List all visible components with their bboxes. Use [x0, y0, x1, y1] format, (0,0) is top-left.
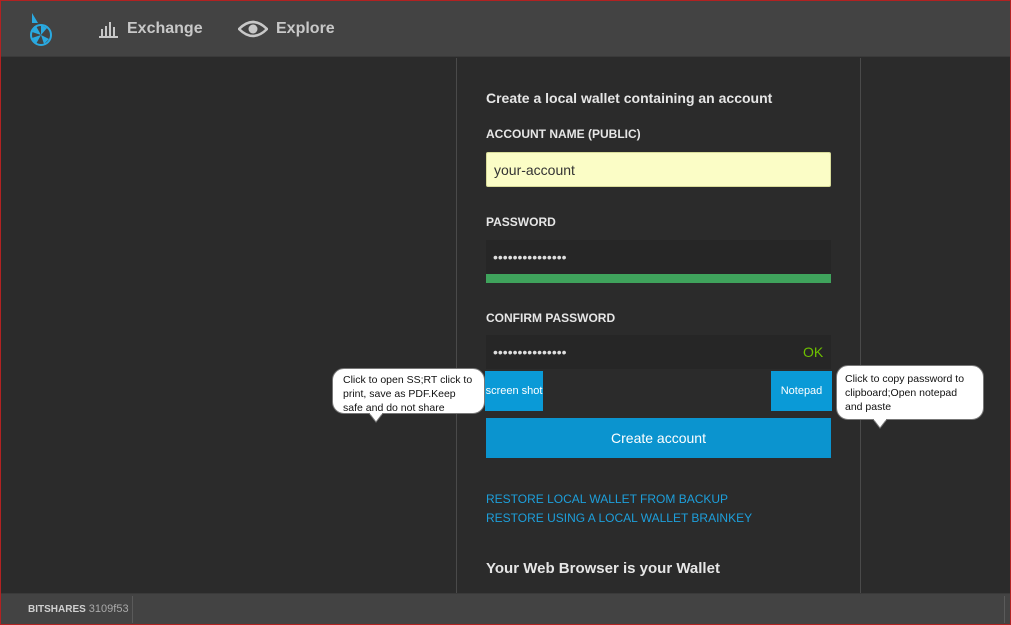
column-divider — [456, 58, 457, 593]
nav-explore[interactable]: Explore — [238, 15, 335, 43]
confirm-password-input[interactable] — [486, 335, 831, 369]
footer-divider — [1004, 596, 1005, 623]
tooltip-tail — [369, 413, 383, 423]
password-input[interactable] — [486, 240, 831, 274]
restore-brainkey-link[interactable]: RESTORE USING A LOCAL WALLET BRAINKEY — [486, 511, 752, 525]
notepad-tooltip: Click to copy password to clipboard;Open… — [836, 365, 984, 420]
eye-icon — [238, 19, 268, 39]
create-account-button[interactable]: Create account — [486, 418, 831, 458]
nav-exchange-label: Exchange — [127, 20, 203, 37]
account-name-label: ACCOUNT NAME (PUBLIC) — [486, 127, 641, 141]
column-divider — [860, 58, 861, 593]
footer-divider — [132, 596, 133, 623]
password-strength-bar — [486, 274, 831, 283]
screenshot-button[interactable]: screen shot — [485, 371, 543, 411]
bitshares-logo-icon[interactable] — [28, 11, 54, 47]
footer-brand: BITSHARES 3109f53 — [28, 603, 129, 615]
tooltip-tail — [873, 419, 887, 429]
account-name-input[interactable] — [486, 152, 831, 187]
nav-explore-label: Explore — [276, 20, 335, 37]
confirm-password-label: CONFIRM PASSWORD — [486, 311, 616, 325]
bar-chart-icon — [98, 20, 119, 38]
footer-bar: BITSHARES 3109f53 — [1, 593, 1010, 624]
notepad-button[interactable]: Notepad — [771, 371, 832, 411]
top-navigation-bar: Exchange Explore — [1, 1, 1010, 57]
restore-backup-link[interactable]: RESTORE LOCAL WALLET FROM BACKUP — [486, 492, 728, 506]
section-heading: Your Web Browser is your Wallet — [486, 560, 720, 577]
confirm-status: OK — [803, 344, 824, 360]
footer-version: 3109f53 — [88, 603, 129, 615]
nav-exchange[interactable]: Exchange — [98, 15, 203, 43]
footer-brand-name: BITSHARES — [28, 604, 86, 615]
password-label: PASSWORD — [486, 215, 556, 229]
form-title: Create a local wallet containing an acco… — [486, 90, 773, 106]
screenshot-tooltip: Click to open SS;RT click to print, save… — [332, 368, 485, 414]
